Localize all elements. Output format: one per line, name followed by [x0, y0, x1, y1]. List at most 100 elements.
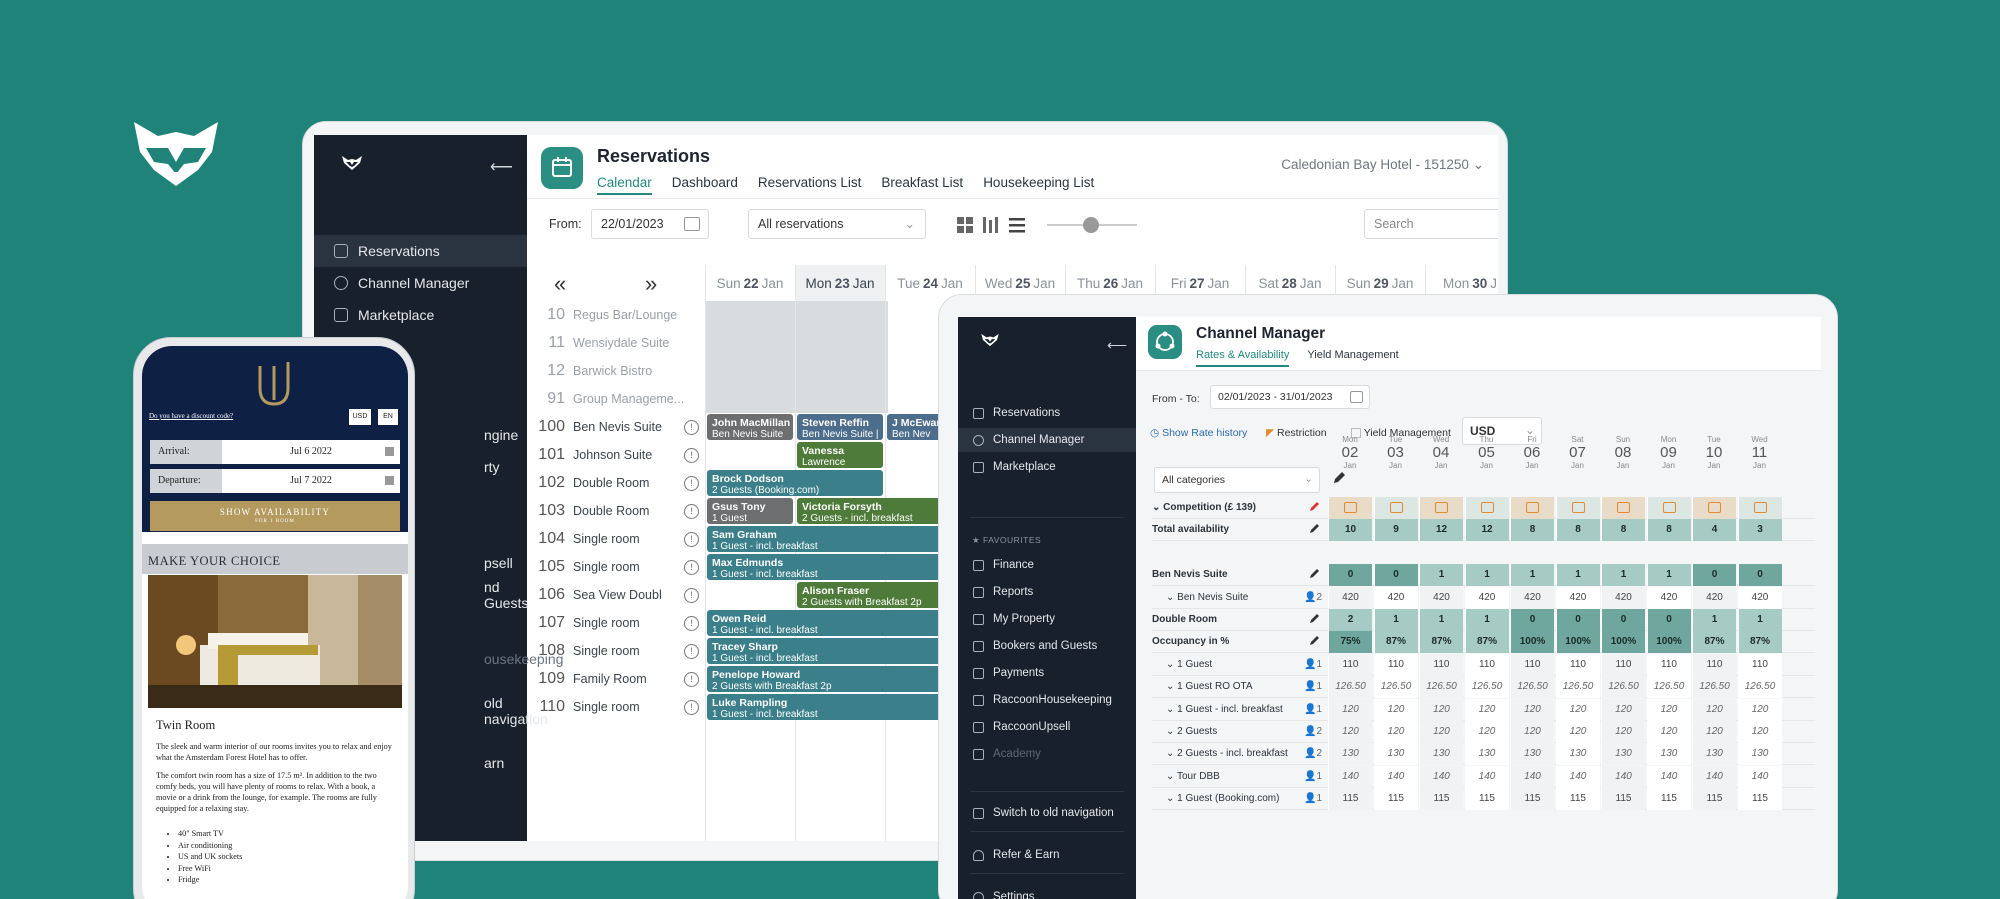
rate-cell[interactable]: 420	[1419, 586, 1463, 609]
columns-view-icon[interactable]	[983, 217, 999, 233]
rate-row[interactable]: ⌄ 1 Guest (Booking.com) 👤1 115 115 115 115 115…	[1152, 788, 1815, 811]
rate-row[interactable]: ⌄ Tour DBB 👤1 140 140 140 140 140 140 140 140 140 1…	[1152, 765, 1815, 788]
search-input[interactable]: Search	[1364, 209, 1498, 239]
info-icon[interactable]: !	[684, 616, 699, 631]
booking-block[interactable]: Sam Graham 1 Guest - incl. breakfast	[707, 526, 973, 552]
rate-cell[interactable]: 0	[1646, 609, 1691, 631]
rate-cell[interactable]: 100%	[1510, 631, 1554, 654]
rate-cell[interactable]: 8	[1555, 519, 1600, 542]
room-row[interactable]: 103 Double Room!	[527, 497, 705, 525]
rate-cell[interactable]: 110	[1555, 653, 1600, 676]
rate-cell[interactable]: 8	[1646, 519, 1691, 542]
rate-cell[interactable]: 115	[1737, 788, 1782, 811]
arrival-field[interactable]: Arrival: Jul 6 2022	[150, 440, 400, 464]
rate-cell[interactable]: 130	[1328, 743, 1372, 766]
rate-cell[interactable]: 140	[1464, 765, 1509, 788]
room-row[interactable]: 105 Single room!	[527, 553, 705, 581]
rate-cell[interactable]: 140	[1555, 765, 1600, 788]
hotel-selector[interactable]: Caledonian Bay Hotel - 151250 ⌄	[1281, 157, 1484, 173]
rate-row[interactable]: ⌄ 1 Guest - incl. breakfast 👤1 120 120 120 12…	[1152, 698, 1815, 721]
tab-yield-management[interactable]: Yield Management	[1307, 349, 1398, 367]
rate-cell[interactable]: 1	[1646, 564, 1691, 587]
rate-row[interactable]: ⌄ 1 Guest 👤1 110 110 110 110 110 110 110 110 110 11…	[1152, 653, 1815, 676]
rate-cell[interactable]: 1	[1419, 609, 1463, 631]
rate-cell[interactable]: 126.50	[1737, 676, 1782, 699]
rate-cell[interactable]: 10	[1328, 519, 1372, 542]
rate-cell[interactable]: 110	[1737, 653, 1782, 676]
calendar-picker-icon[interactable]	[1350, 391, 1363, 403]
edit-pencil-icon[interactable]	[1308, 523, 1320, 535]
rate-cell[interactable]: 420	[1692, 586, 1736, 609]
date-range-input[interactable]: 02/01/2023 - 31/01/2023	[1210, 385, 1370, 409]
rate-cell[interactable]: 115	[1328, 788, 1372, 811]
rate-row[interactable]: ⌄ 2 Guests - incl. breakfast 👤2 130 130 130 1…	[1152, 743, 1815, 766]
info-icon[interactable]: !	[684, 588, 699, 603]
edit-pencil-icon[interactable]	[1308, 613, 1320, 625]
rate-cell[interactable]: 110	[1510, 653, 1554, 676]
rate-cell[interactable]: 130	[1646, 743, 1691, 766]
rate-cell[interactable]: 110	[1419, 653, 1463, 676]
rate-cell[interactable]: 120	[1646, 721, 1691, 743]
rate-cell[interactable]: 115	[1419, 788, 1463, 811]
rate-cell[interactable]: 126.50	[1419, 676, 1463, 699]
rate-cell[interactable]: 1	[1510, 564, 1554, 587]
rate-cell[interactable]: 120	[1510, 698, 1554, 721]
chevron-down-icon[interactable]: ⌄	[1166, 592, 1177, 603]
zoom-slider-handle[interactable]	[1083, 217, 1099, 233]
sidebar-item-reservations[interactable]: Reservations	[314, 235, 527, 267]
booking-block[interactable]: Steven Reffin Ben Nevis Suite |	[797, 414, 883, 440]
rate-cell[interactable]: 140	[1373, 765, 1418, 788]
info-icon[interactable]: !	[684, 448, 699, 463]
rate-row[interactable]: Double Room 2 1 1 1 0 0 0 0 1 1	[1152, 609, 1815, 631]
tab-dashboard[interactable]: Dashboard	[672, 175, 738, 195]
chevron-down-icon[interactable]: ⌄	[1166, 793, 1177, 804]
room-row[interactable]: 91 Group Manageme...	[527, 385, 705, 413]
booking-block[interactable]: Tracey Sharp 1 Guest - incl. breakfast	[707, 638, 973, 664]
rate-cell[interactable]: 120	[1328, 698, 1372, 721]
rate-cell[interactable]: 140	[1328, 765, 1372, 788]
rate-cell[interactable]: 120	[1328, 721, 1372, 743]
rate-cell[interactable]: 130	[1464, 743, 1509, 766]
switch-navigation-button[interactable]: Switch to old navigation	[958, 801, 1136, 825]
rate-row[interactable]: ⌄ 2 Guests 👤2 120 120 120 120 120 120 120 120 120 1…	[1152, 721, 1815, 743]
rate-row[interactable]: ⌄ Competition (£ 139)	[1152, 497, 1815, 519]
info-icon[interactable]: !	[684, 560, 699, 575]
rate-cell[interactable]: 126.50	[1555, 676, 1600, 699]
rate-cell[interactable]: 120	[1646, 698, 1691, 721]
rate-cell[interactable]: 0	[1737, 564, 1782, 587]
room-row[interactable]: 12 Barwick Bistro	[527, 357, 705, 385]
chevron-down-icon[interactable]: ⌄	[1166, 771, 1177, 782]
edit-pencil-icon[interactable]	[1332, 471, 1346, 485]
edit-pencil-icon[interactable]	[1308, 501, 1320, 513]
info-icon[interactable]: !	[684, 504, 699, 519]
refer-earn-button[interactable]: Refer & Earn	[958, 843, 1136, 867]
rate-cell[interactable]: 140	[1737, 765, 1782, 788]
rate-cell[interactable]: 1	[1373, 609, 1418, 631]
calendar-picker-icon[interactable]	[684, 217, 700, 231]
departure-field[interactable]: Departure: Jul 7 2022	[150, 469, 400, 493]
rate-cell[interactable]: 120	[1692, 721, 1736, 743]
chevron-down-icon[interactable]: ⌄	[1166, 748, 1177, 759]
rate-cell[interactable]: 110	[1373, 653, 1418, 676]
tab-calendar[interactable]: Calendar	[597, 175, 652, 195]
rate-cell[interactable]: 3	[1737, 519, 1782, 542]
rate-cell[interactable]: 420	[1555, 586, 1600, 609]
booking-block[interactable]: Owen Reid 1 Guest - incl. breakfast	[707, 610, 973, 636]
rate-cell[interactable]: 130	[1737, 743, 1782, 766]
collapse-sidebar-icon[interactable]: ⟵	[1107, 337, 1127, 354]
rate-cell[interactable]: 115	[1510, 788, 1554, 811]
rate-cell[interactable]: 87%	[1692, 631, 1736, 654]
room-row[interactable]: 107 Single room!	[527, 609, 705, 637]
sidebar-item-favourite[interactable]: RaccoonUpsell	[958, 715, 1136, 739]
rate-cell[interactable]: 126.50	[1464, 676, 1509, 699]
rate-row[interactable]: ⌄ Ben Nevis Suite 👤2 420 420 420 420 420 420 420…	[1152, 586, 1815, 609]
rate-cell[interactable]: 420	[1737, 586, 1782, 609]
rate-cell[interactable]: 87%	[1419, 631, 1463, 654]
competition-cell[interactable]	[1510, 497, 1554, 519]
next-week-button[interactable]: »	[645, 271, 657, 297]
rate-cell[interactable]: 115	[1692, 788, 1736, 811]
room-row[interactable]: 10 Regus Bar/Lounge	[527, 301, 705, 329]
competition-cell[interactable]	[1737, 497, 1782, 519]
room-row[interactable]: 11 Wensiydale Suite	[527, 329, 705, 357]
competition-cell[interactable]	[1555, 497, 1600, 519]
